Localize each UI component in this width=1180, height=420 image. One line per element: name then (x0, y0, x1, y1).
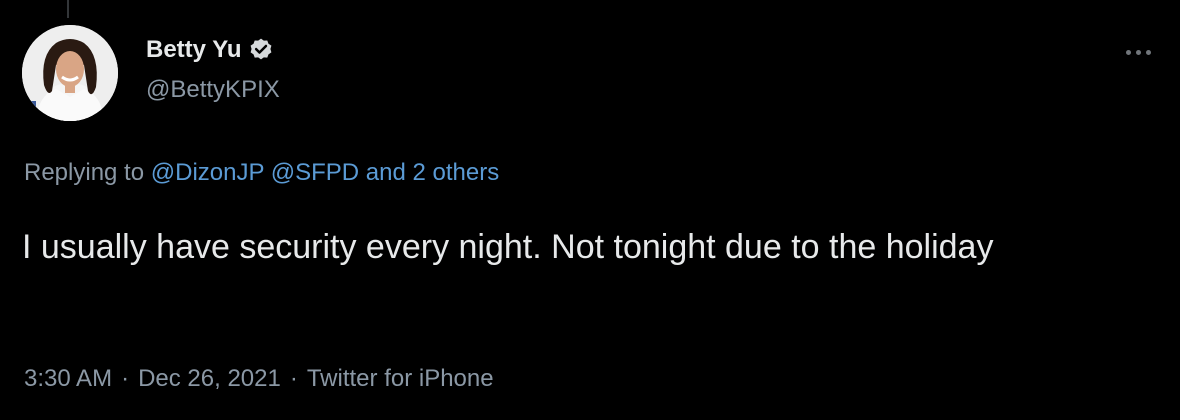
tweet-time[interactable]: 3:30 AM (24, 365, 112, 392)
author-handle[interactable]: @BettyKPIX (146, 76, 280, 104)
profile-photo-icon (22, 25, 118, 121)
reply-prefix: Replying to (24, 159, 145, 186)
mention-link-dizonjp[interactable]: @DizonJP (151, 159, 264, 186)
avatar[interactable] (22, 25, 118, 121)
reply-context: Replying to @DizonJP @SFPD and 2 others (24, 159, 499, 187)
author-display-name[interactable]: Betty Yu (146, 36, 242, 64)
tweet-date[interactable]: Dec 26, 2021 (138, 365, 281, 392)
more-dot (1125, 49, 1131, 55)
tweet-text: I usually have security every night. Not… (22, 228, 994, 266)
more-dot (1145, 49, 1151, 55)
author-name-row: Betty Yu (146, 33, 274, 67)
tweet-source[interactable]: Twitter for iPhone (307, 365, 494, 392)
meta-separator: · (121, 365, 130, 392)
tweet-metadata: 3:30 AM · Dec 26, 2021 · Twitter for iPhone (24, 365, 494, 393)
meta-separator: · (289, 365, 298, 392)
thread-connector-line (67, 0, 69, 18)
more-options-icon[interactable] (1118, 38, 1158, 66)
others-link[interactable]: and 2 others (366, 159, 499, 186)
verified-badge-icon (248, 37, 274, 63)
mention-link-sfpd[interactable]: @SFPD (271, 159, 359, 186)
more-dot (1135, 49, 1141, 55)
